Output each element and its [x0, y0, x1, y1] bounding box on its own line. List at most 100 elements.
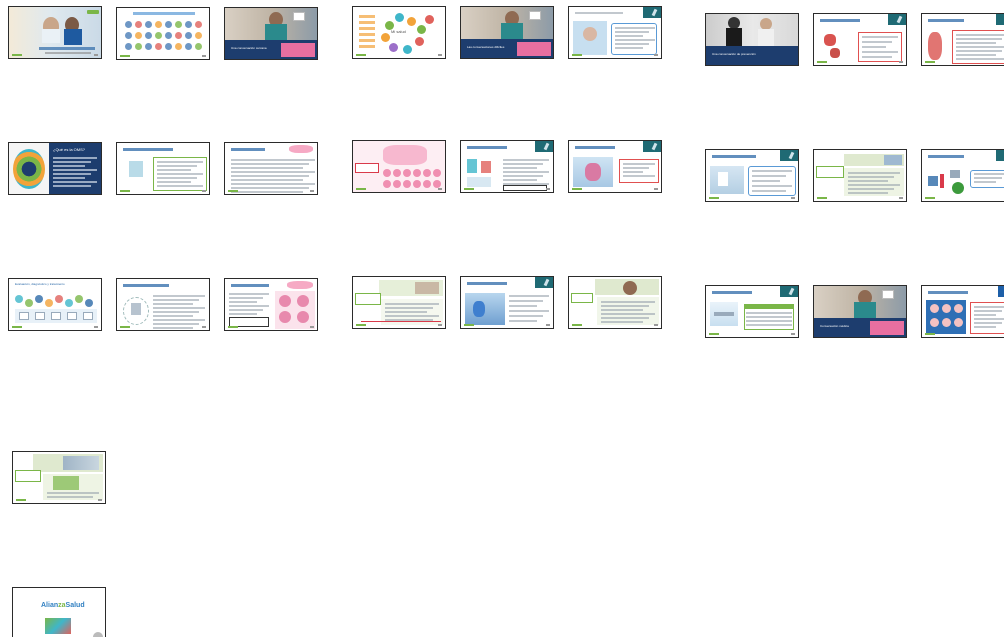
slide-heading-bar	[712, 291, 752, 294]
text-line	[601, 313, 655, 315]
slide-thumbnail-8[interactable]	[813, 13, 907, 66]
slide-thumbnail-29[interactable]: AlianzaSalud	[12, 587, 106, 637]
organ-icon	[954, 318, 963, 327]
glove-shape	[473, 301, 485, 317]
gloves-photo	[465, 293, 505, 325]
topic-icon	[125, 32, 132, 39]
slide-heading-bar	[467, 146, 507, 149]
text-line	[231, 163, 309, 165]
footer-logo-bar	[925, 333, 935, 335]
topic-icon	[165, 43, 172, 50]
red-rule	[361, 321, 441, 322]
topic-icon	[175, 32, 182, 39]
text-line	[848, 176, 894, 178]
pink-illustration	[297, 311, 309, 323]
slide-thumbnail-28[interactable]	[12, 451, 106, 504]
text-line	[509, 310, 549, 312]
wall-frame	[293, 12, 305, 21]
text-line	[752, 185, 792, 187]
slide-thumbnail-22[interactable]	[352, 276, 446, 329]
topic-icon	[145, 32, 152, 39]
doctor-scrubs	[501, 23, 523, 39]
text-line	[974, 177, 1002, 179]
topic-icon	[195, 32, 202, 39]
mandala-graphic	[13, 149, 45, 189]
topic-icon	[145, 43, 152, 50]
page-number-mark	[94, 326, 98, 328]
slide-thumbnail-17[interactable]	[813, 149, 907, 202]
slide-thumbnail-4[interactable]: Mi salud	[352, 6, 446, 59]
slide-thumbnail-23[interactable]	[460, 276, 554, 329]
page-number-mark	[438, 54, 442, 56]
topic-icon	[125, 43, 132, 50]
text-line	[615, 27, 655, 29]
slide-thumbnail-7[interactable]: Una conversación de prevención	[705, 13, 799, 66]
text-line	[229, 293, 269, 295]
slide-thumbnail-21[interactable]	[224, 278, 318, 331]
slide-heading-bar	[712, 155, 756, 158]
text-line	[231, 179, 303, 181]
slide-thumbnail-26[interactable]: Conversación médica	[813, 285, 907, 338]
text-line	[848, 172, 900, 174]
topic-icon	[185, 32, 192, 39]
slide-thumbnail-10[interactable]: ¿Qué es la OMS?	[8, 142, 102, 195]
slide-thumbnail-25[interactable]	[705, 285, 799, 338]
slide-thumbnail-9[interactable]	[921, 13, 1004, 66]
topic-icon	[145, 21, 152, 28]
text-line	[848, 188, 894, 190]
table-header	[744, 304, 794, 309]
topic-bubble	[415, 37, 424, 46]
slide-thumbnail-6[interactable]	[568, 6, 662, 59]
footer-logo-bar	[817, 197, 827, 199]
list-item	[359, 27, 375, 30]
topic-icon	[135, 21, 142, 28]
awareness-ribbon-icon	[888, 14, 906, 25]
nurse-uniform	[42, 29, 60, 43]
text-line	[509, 320, 537, 322]
topic-icon	[155, 43, 162, 50]
page-number-mark	[438, 188, 442, 190]
text-line	[615, 31, 649, 33]
footer-logo-bar	[817, 61, 827, 63]
footer-logo-bar	[16, 499, 26, 501]
slide-thumbnail-19[interactable]: Evaluación, diagnóstico y tratamiento	[8, 278, 102, 331]
slide-thumbnail-16[interactable]	[705, 149, 799, 202]
slide-thumbnail-3[interactable]: Una conversación cercana	[224, 7, 318, 60]
text-line	[848, 180, 888, 182]
topic-bubble	[407, 17, 416, 26]
slide-thumbnail-11[interactable]	[116, 142, 210, 195]
text-line	[503, 163, 543, 165]
text-line	[601, 309, 643, 311]
check-icon	[952, 182, 964, 194]
page-indicator	[93, 632, 103, 637]
wall-frame	[882, 290, 894, 299]
slide-thumbnail-13[interactable]	[352, 140, 446, 193]
text-line	[509, 315, 543, 317]
doctor-body	[726, 28, 742, 46]
slide-thumbnail-2[interactable]	[116, 7, 210, 60]
text-line	[157, 173, 203, 175]
page-number-mark	[899, 197, 903, 199]
slide-thumbnail-5[interactable]: Las conversaciones difíciles	[460, 6, 554, 59]
text-line	[157, 161, 203, 163]
callout-box	[503, 185, 547, 191]
table-row	[746, 324, 792, 326]
list-item	[359, 33, 375, 36]
topic-bubble	[417, 25, 426, 34]
slide-thumbnail-12[interactable]	[224, 142, 318, 195]
process-step	[83, 312, 93, 320]
process-icon	[15, 295, 23, 303]
slide-thumbnail-20[interactable]	[116, 278, 210, 331]
slide-thumbnail-15[interactable]	[568, 140, 662, 193]
text-line	[752, 175, 786, 177]
slide-heading: Evaluación, diagnóstico y tratamiento	[15, 282, 65, 286]
slide-thumbnail-14[interactable]	[460, 140, 554, 193]
text-line	[752, 170, 792, 172]
text-line	[385, 311, 427, 313]
slide-thumbnail-18[interactable]	[921, 149, 1004, 202]
text-line	[53, 185, 91, 187]
text-line	[153, 323, 199, 325]
slide-thumbnail-24[interactable]	[568, 276, 662, 329]
slide-thumbnail-27[interactable]	[921, 285, 1004, 338]
slide-thumbnail-1[interactable]	[8, 6, 102, 59]
